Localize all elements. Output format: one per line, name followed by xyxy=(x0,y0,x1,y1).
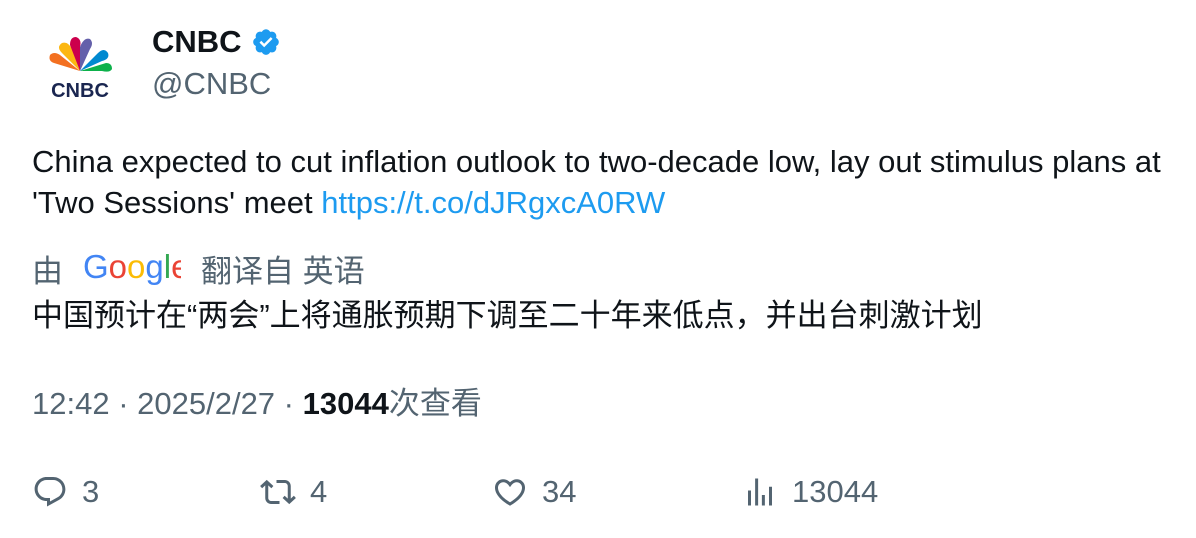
tweet-time[interactable]: 12:42 xyxy=(32,386,110,421)
meta-separator-2: · xyxy=(275,386,303,421)
author-identity: CNBC @CNBC xyxy=(152,22,281,104)
handle[interactable]: @CNBC xyxy=(152,64,281,104)
translation-prefix: 由 xyxy=(32,253,63,289)
action-bar: 3 4 34 13044 xyxy=(32,470,1172,514)
avatar-text: CNBC xyxy=(51,80,109,102)
views-count: 13044 xyxy=(302,386,389,421)
tweet-text: China expected to cut inflation outlook … xyxy=(32,141,1172,223)
tweet-date[interactable]: 2025/2/27 xyxy=(137,386,275,421)
retweet-button[interactable]: 4 xyxy=(260,470,327,514)
tweet-meta: 12:42 · 2025/2/27 · 13044次查看 xyxy=(32,383,482,424)
tweet-header: CNBC CNBC @CNBC xyxy=(32,20,281,120)
translation-suffix[interactable]: 翻译自 英语 xyxy=(201,246,365,291)
views-button[interactable]: 13044 xyxy=(742,470,878,514)
reply-icon xyxy=(34,477,66,507)
translation-attribution: 由 Google 翻译自 英语 xyxy=(32,246,365,290)
retweet-count: 4 xyxy=(310,474,328,509)
reply-count: 3 xyxy=(82,474,100,509)
analytics-icon xyxy=(748,478,772,506)
views-action-count: 13044 xyxy=(792,474,879,509)
verified-badge-icon[interactable] xyxy=(251,27,281,57)
display-name[interactable]: CNBC xyxy=(152,22,242,62)
translated-text: 中国预计在“两会”上将通胀预期下调至二十年来低点，并出台刺激计划 xyxy=(32,298,983,333)
like-count: 34 xyxy=(542,474,577,509)
meta-separator: · xyxy=(109,386,138,421)
tweet-link[interactable]: https://t.co/dJRgxcA0RW xyxy=(321,185,665,220)
retweet-icon xyxy=(260,479,296,505)
reply-button[interactable]: 3 xyxy=(32,470,99,514)
avatar[interactable]: CNBC xyxy=(32,20,128,116)
heart-icon xyxy=(494,479,526,506)
like-button[interactable]: 34 xyxy=(492,470,576,514)
views-label: 次查看 xyxy=(388,386,482,421)
display-name-row: CNBC xyxy=(152,22,281,62)
google-logo-icon: Google xyxy=(83,250,181,286)
cnbc-peacock-logo-icon: CNBC xyxy=(49,37,112,102)
svg-text:Google: Google xyxy=(83,250,181,285)
